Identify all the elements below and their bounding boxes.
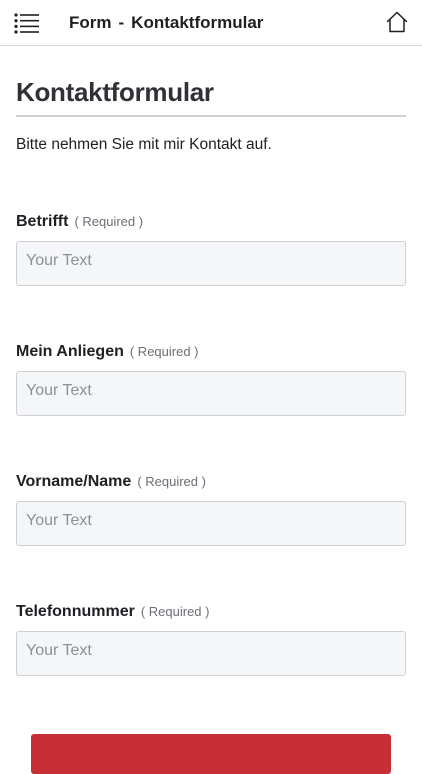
field-label: Vorname/Name ( Required ) [16, 473, 406, 497]
telefonnummer-input[interactable] [16, 631, 406, 676]
required-hint: ( Required ) [137, 474, 206, 489]
header-title: Form - Kontaktformular [69, 13, 263, 33]
betrifft-input[interactable] [16, 241, 406, 286]
field-betrifft: Betrifft ( Required ) [16, 213, 406, 286]
submit-button[interactable] [31, 734, 391, 774]
header-separator: - [118, 13, 125, 32]
home-icon[interactable] [385, 10, 409, 34]
field-telefonnummer: Telefonnummer ( Required ) [16, 603, 406, 676]
intro-text: Bitte nehmen Sie mit mir Kontakt auf. [16, 136, 272, 153]
title-divider [16, 115, 406, 117]
field-label-text: Mein Anliegen [16, 343, 124, 360]
header-page-title: Kontaktformular [131, 13, 264, 32]
vorname-name-input[interactable] [16, 501, 406, 546]
field-label-text: Betrifft [16, 213, 69, 230]
field-vorname-name: Vorname/Name ( Required ) [16, 473, 406, 546]
field-label: Telefonnummer ( Required ) [16, 603, 406, 627]
page-title: Kontaktformular [16, 77, 214, 107]
header-section: Form [69, 13, 112, 32]
field-label: Mein Anliegen ( Required ) [16, 343, 406, 367]
required-hint: ( Required ) [129, 344, 199, 359]
field-mein-anliegen: Mein Anliegen ( Required ) [16, 343, 406, 416]
required-hint: ( Required ) [140, 604, 210, 619]
required-hint: ( Required ) [74, 214, 144, 229]
menu-list-icon[interactable] [14, 12, 40, 34]
field-label-text: Telefonnummer [16, 603, 135, 620]
field-label: Betrifft ( Required ) [16, 213, 406, 237]
top-navigation-bar: Form - Kontaktformular [0, 0, 422, 46]
mein-anliegen-input[interactable] [16, 371, 406, 416]
field-label-text: Vorname/Name [16, 473, 132, 490]
